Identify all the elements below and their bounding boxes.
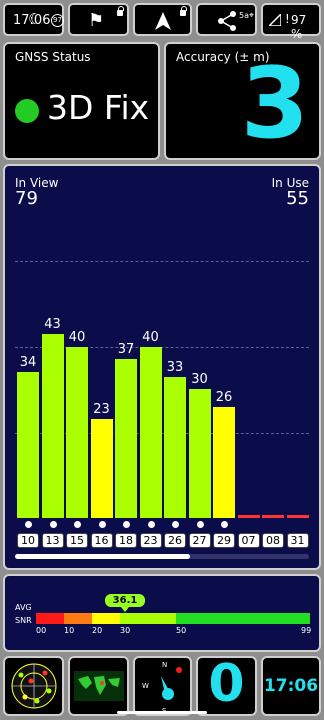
time-status-button[interactable]: 17:06 ☾ 97	[3, 3, 64, 36]
gnss-status-label: GNSS Status	[15, 50, 91, 64]
map-pin-person-icon: ⚑	[88, 10, 105, 31]
satellite-prn-label: 23	[139, 533, 162, 548]
alert-icon: !	[285, 12, 290, 26]
snr-bar	[115, 359, 137, 518]
share-button[interactable]: 5a ⌖	[196, 3, 257, 36]
in-use-count: 55	[286, 188, 309, 209]
snr-bar	[188, 389, 211, 518]
bar-value-label: 26	[215, 389, 233, 405]
bar-value-label: 34	[19, 355, 37, 371]
notification-badge: 97	[51, 14, 64, 27]
used-in-fix-dot	[196, 521, 204, 528]
svg-text:W: W	[142, 682, 149, 690]
satellite-prn-label: 18	[115, 533, 137, 548]
used-in-fix-dot	[147, 521, 155, 528]
bar-value-label: 40	[142, 329, 159, 345]
snr-bar	[41, 333, 64, 518]
bar-value-label: 23	[93, 402, 110, 418]
avg-pointer	[121, 607, 129, 612]
compass-button[interactable]: N W S	[133, 656, 192, 716]
accuracy-panel[interactable]: Accuracy (± m) 3	[164, 42, 321, 160]
snr-bar	[139, 346, 162, 518]
snr-bar	[262, 515, 284, 518]
navigation-arrow-icon	[155, 12, 171, 30]
used-in-fix-dot	[74, 521, 81, 528]
satellites-count-button[interactable]: 0	[196, 654, 257, 716]
snr-tick-label: 20	[92, 626, 103, 635]
clock-time: 17:06	[263, 676, 319, 696]
map-view-button[interactable]: ⚑	[68, 3, 129, 36]
snr-tick-label: 50	[176, 626, 187, 635]
compass-icon: N W S	[142, 661, 182, 714]
world-map-icon	[74, 671, 124, 701]
snr-bar	[237, 515, 260, 518]
satellite-prn-label: 10	[17, 533, 39, 548]
used-in-fix-dot	[172, 521, 179, 528]
snr-bar	[164, 376, 186, 518]
scroll-track[interactable]	[15, 554, 309, 559]
lock-icon	[117, 6, 124, 16]
snr-bar	[66, 346, 88, 518]
system-status-button[interactable]: ! 97 %	[261, 3, 321, 41]
snr-label: SNR	[15, 616, 32, 625]
avg-value: 36.1	[112, 595, 138, 606]
snr-bar	[17, 372, 39, 518]
bar-value-label: 30	[191, 372, 208, 388]
share-icon	[218, 11, 236, 31]
scroll-thumb[interactable]	[15, 554, 190, 559]
fix-indicator-dot	[15, 99, 39, 123]
snr-tick-label: 00	[36, 626, 47, 635]
satellite-prn-label: 29	[213, 533, 235, 548]
avg-value-badge: 36.1	[105, 594, 145, 607]
snr-tick-label: 99	[301, 626, 312, 635]
snr-tick-label: 10	[64, 626, 75, 635]
clock-button[interactable]: 17:06	[261, 656, 321, 716]
used-in-fix-dot	[221, 521, 228, 528]
used-in-fix-dot	[49, 521, 57, 528]
battery-text: 97 %	[291, 13, 307, 41]
bar-value-label: 37	[117, 342, 135, 358]
signal-indicator: 5a	[239, 11, 249, 20]
satellite-prn-label: 26	[164, 533, 186, 548]
cellular-signal-icon	[269, 14, 281, 26]
satellites-count: 0	[208, 654, 245, 714]
accuracy-value: 3	[240, 47, 309, 161]
satellite-prn-label: 27	[188, 533, 211, 548]
gnss-fix-value: 3D Fix	[47, 88, 150, 127]
top-toolbar: 17:06 ☾ 97 ⚑ 5a ⌖ ! 97 %	[0, 0, 324, 41]
home-indicator	[117, 711, 207, 714]
location-icon: ⌖	[249, 11, 255, 21]
satellite-signal-panel[interactable]: In View 79 In Use 55 34 10 43 13 40 15 23 16 37 1…	[3, 164, 321, 570]
lock-icon	[180, 6, 187, 16]
satellite-prn-label: 13	[41, 533, 64, 548]
bar-value-label: 33	[166, 359, 184, 375]
bar-value-label: 43	[44, 316, 61, 332]
sky-view-button[interactable]	[3, 656, 64, 716]
used-in-fix-dot	[98, 521, 106, 528]
satellite-prn-label: 15	[66, 533, 88, 548]
avg-label: AVG	[15, 603, 32, 612]
used-in-fix-dot	[123, 521, 130, 528]
navigation-button[interactable]	[133, 3, 192, 36]
satellite-prn-label: 08	[262, 533, 284, 548]
svg-text:N: N	[162, 661, 167, 669]
world-map-button[interactable]	[68, 656, 129, 716]
in-view-count: 79	[15, 188, 38, 209]
satellite-prn-label: 31	[286, 533, 309, 548]
snr-scale-panel[interactable]: AVG SNR 36.1 00 10 20 30 50 99	[3, 574, 321, 652]
grid-line	[15, 261, 309, 262]
used-in-fix-dot	[25, 521, 32, 528]
satellite-prn-label: 16	[90, 533, 113, 548]
snr-tick-label: 30	[120, 626, 131, 635]
sky-plot-icon	[11, 663, 57, 709]
snr-bar	[213, 406, 235, 518]
bar-value-label: 40	[68, 329, 86, 345]
snr-color-scale	[36, 613, 310, 624]
satellite-prn-label: 07	[237, 533, 260, 548]
snr-bar	[90, 419, 113, 518]
moon-icon: ☾	[28, 10, 42, 28]
gnss-status-panel[interactable]: GNSS Status 3D Fix	[3, 42, 160, 160]
snr-bar	[286, 515, 309, 518]
